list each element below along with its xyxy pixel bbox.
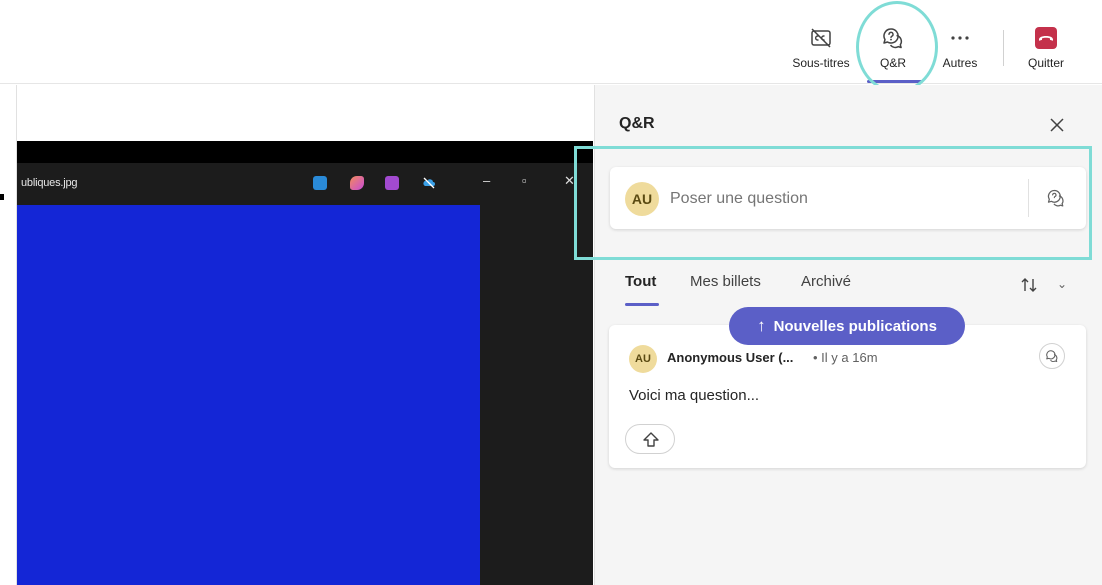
question-icon[interactable] (1046, 188, 1066, 208)
reply-button[interactable] (1039, 343, 1065, 369)
leave-button[interactable]: Quitter (1011, 22, 1081, 78)
tab-active-indicator (625, 303, 659, 306)
new-posts-label: Nouvelles publications (773, 318, 937, 335)
chevron-down-icon[interactable]: ⌄ (1057, 277, 1067, 291)
qa-button[interactable]: Q&R (858, 22, 928, 78)
tab-my-posts[interactable]: Mes billets (690, 273, 761, 290)
minimize-icon: – (483, 173, 491, 188)
more-button[interactable]: Autres (925, 22, 995, 78)
reply-icon (1046, 350, 1058, 363)
captions-off-icon (811, 28, 831, 48)
upvote-button[interactable] (625, 424, 675, 454)
tab-archived[interactable]: Archivé (801, 273, 851, 290)
more-dots-icon (951, 36, 969, 40)
avatar: AU (625, 182, 659, 216)
question-card: AU Anonymous User (... • Il y a 16m Voic… (609, 325, 1086, 468)
close-icon[interactable] (1045, 113, 1069, 137)
panel-title: Q&R (619, 115, 655, 132)
tab-all[interactable]: Tout (625, 273, 656, 290)
stage-marker (0, 194, 4, 200)
toolbar-divider (1003, 30, 1004, 66)
more-label: Autres (942, 56, 978, 70)
restore-icon: ▫ (522, 173, 527, 188)
shared-image (17, 205, 480, 585)
question-text: Voici ma question... (629, 387, 760, 404)
shared-app-titlebar: ubliques.jpg – ▫ ✕ (17, 163, 593, 205)
stage-header (17, 85, 593, 141)
captions-button[interactable]: Sous-titres (786, 22, 856, 78)
shared-filename: ubliques.jpg (21, 177, 78, 189)
ask-question-input[interactable] (670, 187, 1010, 211)
close-window-icon: ✕ (564, 173, 575, 188)
edit-image-icon (313, 176, 327, 190)
ask-question-box[interactable]: AU (610, 167, 1086, 229)
arrow-up-icon: ↑ (757, 316, 766, 335)
question-author: Anonymous User (... (667, 350, 794, 365)
shared-screen[interactable]: ubliques.jpg – ▫ ✕ (17, 141, 593, 585)
sort-arrows-icon[interactable] (1019, 275, 1039, 295)
qa-active-indicator (867, 80, 923, 83)
ai-effects-icon (350, 176, 364, 190)
captions-label: Sous-titres (792, 56, 850, 70)
onedrive-off-icon (423, 177, 435, 189)
qa-icon (883, 28, 903, 49)
new-posts-button[interactable]: ↑ Nouvelles publications (729, 307, 965, 345)
clipchamp-icon (385, 176, 399, 190)
qa-panel: Q&R AU Tout Mes billets Archivé ⌄ ↑ Nouve… (594, 85, 1102, 585)
upvote-icon (643, 432, 659, 447)
leave-label: Quitter (1027, 56, 1064, 70)
ask-divider (1028, 179, 1029, 217)
qa-label: Q&R (879, 56, 906, 70)
hang-up-icon (1035, 27, 1057, 49)
question-time: • Il y a 16m (813, 350, 878, 365)
shared-app-window: ubliques.jpg – ▫ ✕ (17, 163, 593, 585)
avatar: AU (629, 345, 657, 373)
meeting-toolbar: Sous-titres Q&R Autres Quitter (0, 0, 1102, 84)
